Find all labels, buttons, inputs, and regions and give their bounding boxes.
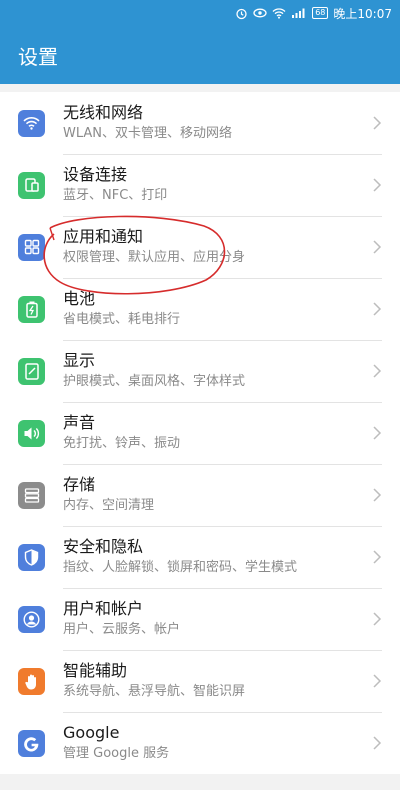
user-icon — [18, 605, 45, 633]
battery-status: 68 — [312, 7, 329, 19]
display-icon — [18, 357, 45, 385]
settings-item-title: 无线和网络 — [63, 102, 144, 122]
settings-item-apps-notifications[interactable]: 应用和通知 权限管理、默认应用、应用分身 — [0, 216, 400, 279]
settings-item-wireless-network[interactable]: 无线和网络 WLAN、双卡管理、移动网络 — [0, 92, 400, 155]
storage-icon — [18, 481, 45, 509]
settings-list: 无线和网络 WLAN、双卡管理、移动网络 设备连接 蓝牙、NFC、打印 应用和通… — [0, 92, 400, 774]
clock: 晚上10:07 — [333, 6, 392, 21]
settings-item-title: 智能辅助 — [63, 660, 128, 680]
speaker-icon — [18, 419, 45, 447]
hand-icon — [18, 667, 45, 695]
chevron-right-icon — [373, 301, 382, 316]
chevron-right-icon — [373, 549, 382, 564]
chevron-right-icon — [373, 239, 382, 254]
settings-item-sound[interactable]: 声音 免打扰、铃声、振动 — [0, 402, 400, 465]
chevron-right-icon — [373, 425, 382, 440]
settings-item-subtitle: 权限管理、默认应用、应用分身 — [63, 249, 246, 265]
wifi-status-icon — [272, 7, 286, 19]
settings-item-smart-assistance[interactable]: 智能辅助 系统导航、悬浮导航、智能识屏 — [0, 650, 400, 713]
chevron-right-icon — [373, 611, 382, 626]
settings-item-title: Google — [63, 723, 120, 742]
settings-item-title: 显示 — [63, 350, 96, 370]
settings-item-subtitle: 用户、云服务、帐户 — [63, 621, 181, 637]
chevron-right-icon — [373, 115, 382, 130]
chevron-right-icon — [373, 487, 382, 502]
status-bar: 68 晚上10:07 — [0, 0, 400, 26]
chevron-right-icon — [373, 177, 382, 192]
wifi-icon — [18, 109, 45, 137]
alarm-icon — [235, 7, 248, 20]
settings-item-subtitle: 管理 Google 服务 — [63, 746, 170, 761]
settings-item-title: 应用和通知 — [63, 226, 144, 246]
settings-item-subtitle: WLAN、双卡管理、移动网络 — [63, 125, 233, 141]
settings-item-device-connection[interactable]: 设备连接 蓝牙、NFC、打印 — [0, 154, 400, 217]
chevron-right-icon — [373, 363, 382, 378]
settings-item-google[interactable]: Google 管理 Google 服务 — [0, 712, 400, 774]
settings-item-subtitle: 指纹、人脸解锁、锁屏和密码、学生模式 — [63, 559, 298, 575]
page-title: 设置 — [18, 44, 58, 69]
settings-item-title: 安全和隐私 — [63, 536, 144, 556]
device-connect-icon — [18, 171, 45, 199]
settings-item-subtitle: 蓝牙、NFC、打印 — [63, 187, 168, 203]
settings-item-subtitle: 内存、空间清理 — [63, 497, 155, 513]
settings-item-title: 存储 — [63, 474, 96, 494]
settings-item-partial[interactable] — [0, 790, 400, 800]
settings-item-title: 用户和帐户 — [63, 598, 144, 618]
settings-item-storage[interactable]: 存储 内存、空间清理 — [0, 464, 400, 527]
settings-item-title: 声音 — [63, 412, 96, 432]
shield-icon — [18, 543, 45, 571]
battery-icon — [18, 295, 45, 323]
chevron-right-icon — [373, 736, 382, 750]
apps-grid-icon — [18, 233, 45, 261]
settings-item-subtitle: 省电模式、耗电排行 — [63, 311, 181, 327]
settings-item-subtitle: 系统导航、悬浮导航、智能识屏 — [63, 683, 246, 699]
settings-item-battery[interactable]: 电池 省电模式、耗电排行 — [0, 278, 400, 341]
settings-item-title: 电池 — [63, 288, 96, 308]
settings-item-subtitle: 免打扰、铃声、振动 — [63, 435, 181, 451]
settings-item-security-privacy[interactable]: 安全和隐私 指纹、人脸解锁、锁屏和密码、学生模式 — [0, 526, 400, 589]
app-bar: 设置 — [0, 26, 400, 84]
settings-item-title: 设备连接 — [63, 164, 128, 184]
settings-item-users-accounts[interactable]: 用户和帐户 用户、云服务、帐户 — [0, 588, 400, 651]
settings-item-display[interactable]: 显示 护眼模式、桌面风格、字体样式 — [0, 340, 400, 403]
google-icon — [18, 729, 45, 757]
signal-icon — [291, 7, 307, 19]
eye-comfort-icon — [253, 7, 267, 19]
chevron-right-icon — [373, 673, 382, 688]
settings-item-subtitle: 护眼模式、桌面风格、字体样式 — [63, 373, 246, 389]
